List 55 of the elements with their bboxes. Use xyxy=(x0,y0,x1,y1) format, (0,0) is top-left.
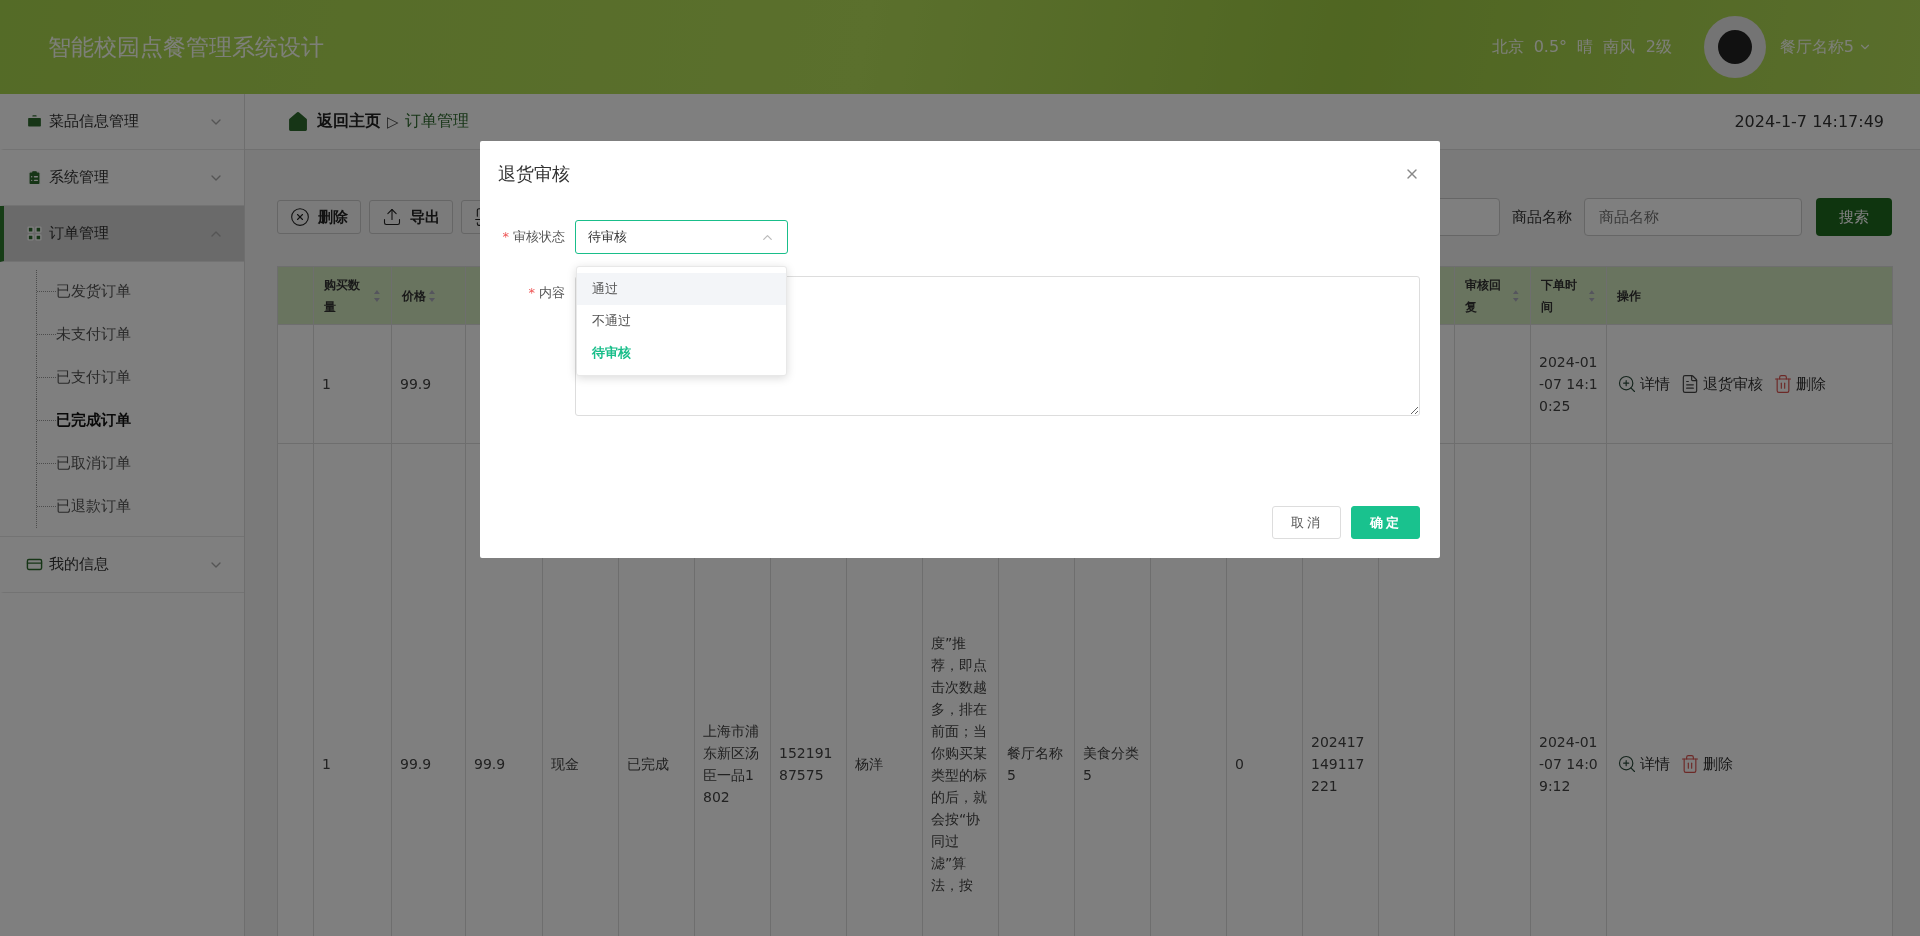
trash-icon xyxy=(1773,374,1793,394)
briefcase-icon xyxy=(26,113,43,130)
action-link[interactable]: 详情 xyxy=(1617,373,1670,395)
table-cell: 1 xyxy=(313,324,392,444)
dropdown-option[interactable]: 不通过 xyxy=(577,305,786,337)
search-button[interactable]: 搜索 xyxy=(1816,198,1892,236)
dialog-title: 退货审核 xyxy=(498,162,570,186)
breadcrumb-separator: ▷ xyxy=(387,112,399,131)
submenu-item[interactable]: 未支付订单 xyxy=(56,325,131,344)
close-circle-icon xyxy=(290,207,310,227)
sort-icon[interactable] xyxy=(428,288,436,303)
action-link[interactable]: 详情 xyxy=(1617,752,1670,775)
submenu-item[interactable]: 已取消订单 xyxy=(56,454,131,473)
column-header: 价格 xyxy=(391,266,466,325)
action-link[interactable]: 删除 xyxy=(1680,752,1733,775)
table-cell: 2024-01-07 14:10:25 xyxy=(1530,324,1607,444)
weather-text: 北京 0.5° 晴 南风 2级 xyxy=(1491,36,1672,58)
document-icon xyxy=(1680,374,1700,394)
form-label: * 内容 xyxy=(527,284,566,302)
action-link[interactable]: 退货审核 xyxy=(1680,373,1763,395)
form-label: * 审核状态 xyxy=(501,228,566,246)
submenu-item[interactable]: 已支付订单 xyxy=(56,368,131,387)
sort-icon[interactable] xyxy=(373,288,381,303)
datetime-text: 2024-1-7 14:17:49 xyxy=(1734,112,1884,131)
submenu-item[interactable]: 已完成订单 xyxy=(56,411,131,430)
home-link[interactable]: 返回主页 xyxy=(317,111,381,132)
trash-icon xyxy=(1680,753,1700,774)
dropdown-option[interactable]: 待审核 xyxy=(577,337,786,369)
cancel-button[interactable]: 取消 xyxy=(1272,506,1341,539)
action-link[interactable]: 删除 xyxy=(1773,373,1826,395)
app-title: 智能校园点餐管理系统设计 xyxy=(48,32,325,62)
column-header: 审核回复 xyxy=(1454,266,1531,325)
table-cell: 99.9 xyxy=(391,324,466,444)
toolbar-button[interactable]: 删除 xyxy=(277,200,361,234)
status-select[interactable]: 待审核 xyxy=(575,220,788,254)
column-header: 购买数量 xyxy=(313,266,392,325)
toolbar-button[interactable]: 导出 xyxy=(369,200,453,234)
sort-icon[interactable] xyxy=(1588,288,1596,303)
column-header: 操作 xyxy=(1606,266,1893,325)
grid-icon xyxy=(26,225,43,242)
zoom-icon xyxy=(1617,753,1637,774)
submenu-item[interactable]: 已退款订单 xyxy=(56,497,131,516)
clipboard-icon xyxy=(26,169,43,186)
breadcrumb-current: 订单管理 xyxy=(404,111,469,132)
field-label: 商品名称 xyxy=(1512,207,1572,227)
sidebar-item[interactable]: 订单管理 xyxy=(0,206,244,262)
card-icon xyxy=(26,556,43,573)
sort-icon[interactable] xyxy=(1512,288,1520,303)
dropdown-option[interactable]: 通过 xyxy=(577,273,786,305)
column-header: 下单时间 xyxy=(1530,266,1607,325)
zoom-icon xyxy=(1617,374,1637,394)
upload-icon xyxy=(382,207,402,227)
submenu-item[interactable]: 已发货订单 xyxy=(56,282,131,301)
search-field[interactable]: 商品名称 xyxy=(1584,198,1802,236)
confirm-button[interactable]: 确定 xyxy=(1351,506,1420,539)
